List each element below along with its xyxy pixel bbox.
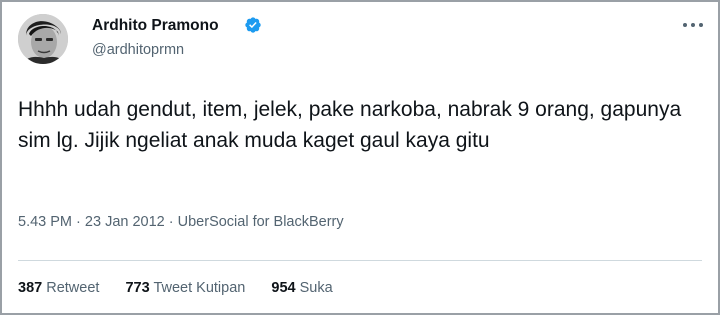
avatar[interactable] (18, 14, 68, 64)
divider (18, 260, 702, 261)
meta-separator: · (168, 214, 174, 230)
like-number: 954 (271, 280, 296, 296)
verified-badge-icon (245, 17, 261, 33)
tweet-card: Ardhito Pramono @ardhitoprmn Hhhh udah g… (0, 0, 720, 315)
like-label: Suka (299, 280, 333, 296)
meta-separator: · (76, 214, 81, 230)
author-handle[interactable]: @ardhitoprmn (92, 42, 184, 58)
quote-tweet-number: 773 (125, 280, 150, 296)
retweet-label: Retweet (46, 280, 100, 296)
tweet-date[interactable]: 23 Jan 2012 (85, 214, 165, 230)
retweet-number: 387 (18, 280, 43, 296)
more-options-icon[interactable] (682, 20, 704, 30)
quote-tweet-count[interactable]: 773 Tweet Kutipan (125, 280, 245, 296)
author-name[interactable]: Ardhito Pramono (92, 17, 219, 35)
tweet-time[interactable]: 5.43 PM (18, 214, 72, 230)
tweet-text: Hhhh udah gendut, item, jelek, pake nark… (18, 98, 682, 152)
tweet-meta: 5.43 PM · 23 Jan 2012 · UberSocial for B… (18, 214, 344, 230)
quote-tweet-label: Tweet Kutipan (153, 280, 246, 296)
avatar-image (18, 14, 68, 64)
retweet-count[interactable]: 387 Retweet (18, 280, 99, 296)
tweet-stats: 387 Retweet 773 Tweet Kutipan 954 Suka (18, 280, 355, 296)
tweet-source[interactable]: UberSocial for BlackBerry (178, 214, 344, 230)
like-count[interactable]: 954 Suka (271, 280, 332, 296)
